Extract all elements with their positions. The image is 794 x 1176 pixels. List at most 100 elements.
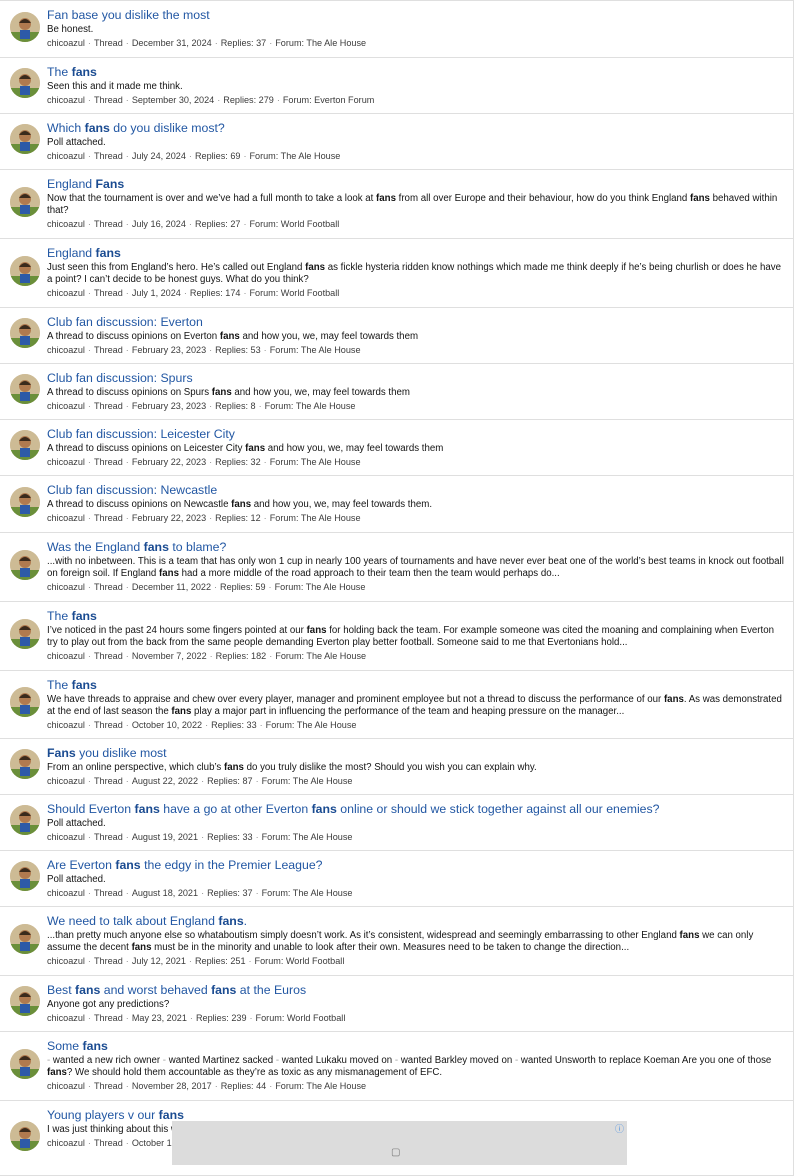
avatar[interactable] bbox=[10, 430, 40, 460]
author-link[interactable]: chicoazul bbox=[47, 582, 85, 592]
highlight-term[interactable]: fans bbox=[115, 858, 140, 872]
text-run[interactable]: Best bbox=[47, 983, 75, 997]
text-run[interactable]: . bbox=[244, 914, 247, 928]
text-run[interactable]: Should Everton bbox=[47, 802, 135, 816]
highlight-term[interactable]: fans bbox=[312, 802, 337, 816]
avatar[interactable] bbox=[10, 749, 40, 779]
forum-link[interactable]: Forum: World Football bbox=[249, 219, 339, 229]
avatar[interactable] bbox=[10, 619, 40, 649]
author-link[interactable]: chicoazul bbox=[47, 457, 85, 467]
text-run[interactable]: to blame? bbox=[169, 540, 226, 554]
author-link[interactable]: chicoazul bbox=[47, 38, 85, 48]
highlight-term[interactable]: fans bbox=[218, 914, 243, 928]
avatar[interactable] bbox=[10, 487, 40, 517]
result-title-link[interactable]: Some fans bbox=[47, 1038, 787, 1054]
author-link[interactable]: chicoazul bbox=[47, 651, 85, 661]
forum-link[interactable]: Forum: The Ale House bbox=[270, 513, 361, 523]
highlight-term[interactable]: fans bbox=[72, 609, 97, 623]
author-link[interactable]: chicoazul bbox=[47, 1081, 85, 1091]
avatar[interactable] bbox=[10, 1049, 40, 1079]
result-title-link[interactable]: Was the England fans to blame? bbox=[47, 539, 787, 555]
author-link[interactable]: chicoazul bbox=[47, 720, 85, 730]
text-run[interactable]: Fan base you dislike the most bbox=[47, 8, 210, 22]
text-run[interactable]: Young players v our bbox=[47, 1108, 159, 1122]
result-title-link[interactable]: We need to talk about England fans. bbox=[47, 913, 787, 929]
forum-link[interactable]: Forum: The Ale House bbox=[270, 345, 361, 355]
author-link[interactable]: chicoazul bbox=[47, 776, 85, 786]
highlight-term[interactable]: fans bbox=[85, 121, 110, 135]
text-run[interactable]: online or should we stick together again… bbox=[337, 802, 659, 816]
text-run[interactable]: We need to talk about England bbox=[47, 914, 218, 928]
forum-link[interactable]: Forum: World Football bbox=[255, 956, 345, 966]
avatar[interactable] bbox=[10, 861, 40, 891]
forum-link[interactable]: Forum: World Football bbox=[256, 1013, 346, 1023]
author-link[interactable]: chicoazul bbox=[47, 401, 85, 411]
result-title-link[interactable]: Are Everton fans the edgy in the Premier… bbox=[47, 857, 787, 873]
author-link[interactable]: chicoazul bbox=[47, 95, 85, 105]
text-run[interactable]: Club fan discussion: Everton bbox=[47, 315, 203, 329]
result-title-link[interactable]: England Fans bbox=[47, 176, 787, 192]
result-title-link[interactable]: Club fan discussion: Leicester City bbox=[47, 426, 787, 442]
forum-link[interactable]: Forum: The Ale House bbox=[275, 651, 366, 661]
highlight-term[interactable]: fans bbox=[211, 983, 236, 997]
author-link[interactable]: chicoazul bbox=[47, 1013, 85, 1023]
result-title-link[interactable]: Should Everton fans have a go at other E… bbox=[47, 801, 787, 817]
forum-link[interactable]: Forum: The Ale House bbox=[262, 832, 353, 842]
highlight-term[interactable]: fans bbox=[144, 540, 169, 554]
forum-link[interactable]: Forum: The Ale House bbox=[275, 1081, 366, 1091]
forum-link[interactable]: Forum: The Ale House bbox=[265, 401, 356, 411]
avatar[interactable] bbox=[10, 1121, 40, 1151]
text-run[interactable]: have a go at other Everton bbox=[160, 802, 312, 816]
advertisement-banner[interactable]: ⓘ ▢ bbox=[172, 1121, 627, 1165]
author-link[interactable]: chicoazul bbox=[47, 888, 85, 898]
forum-link[interactable]: Forum: The Ale House bbox=[249, 151, 340, 161]
forum-link[interactable]: Forum: Everton Forum bbox=[283, 95, 374, 105]
highlight-term[interactable]: fans bbox=[83, 1039, 108, 1053]
result-title-link[interactable]: England fans bbox=[47, 245, 787, 261]
highlight-term[interactable]: Fans bbox=[96, 177, 125, 191]
forum-link[interactable]: Forum: The Ale House bbox=[275, 582, 366, 592]
result-title-link[interactable]: Which fans do you dislike most? bbox=[47, 120, 787, 136]
result-title-link[interactable]: Club fan discussion: Newcastle bbox=[47, 482, 787, 498]
text-run[interactable]: Club fan discussion: Newcastle bbox=[47, 483, 217, 497]
forum-link[interactable]: Forum: The Ale House bbox=[275, 38, 366, 48]
text-run[interactable]: Which bbox=[47, 121, 85, 135]
text-run[interactable]: The bbox=[47, 65, 72, 79]
highlight-term[interactable]: fans bbox=[159, 1108, 184, 1122]
avatar[interactable] bbox=[10, 986, 40, 1016]
author-link[interactable]: chicoazul bbox=[47, 219, 85, 229]
author-link[interactable]: chicoazul bbox=[47, 151, 85, 161]
forum-link[interactable]: Forum: The Ale House bbox=[262, 776, 353, 786]
avatar[interactable] bbox=[10, 12, 40, 42]
text-run[interactable]: Club fan discussion: Leicester City bbox=[47, 427, 235, 441]
text-run[interactable]: Are Everton bbox=[47, 858, 115, 872]
author-link[interactable]: chicoazul bbox=[47, 345, 85, 355]
result-title-link[interactable]: Fans you dislike most bbox=[47, 745, 787, 761]
forum-link[interactable]: Forum: The Ale House bbox=[262, 888, 353, 898]
result-title-link[interactable]: The fans bbox=[47, 608, 787, 624]
text-run[interactable]: The bbox=[47, 678, 72, 692]
text-run[interactable]: you dislike most bbox=[76, 746, 167, 760]
avatar[interactable] bbox=[10, 124, 40, 154]
forum-link[interactable]: Forum: The Ale House bbox=[266, 720, 357, 730]
text-run[interactable]: do you dislike most? bbox=[110, 121, 224, 135]
result-title-link[interactable]: Best fans and worst behaved fans at the … bbox=[47, 982, 787, 998]
text-run[interactable]: Some bbox=[47, 1039, 83, 1053]
avatar[interactable] bbox=[10, 68, 40, 98]
highlight-term[interactable]: fans bbox=[72, 678, 97, 692]
highlight-term[interactable]: fans bbox=[75, 983, 100, 997]
avatar[interactable] bbox=[10, 924, 40, 954]
avatar[interactable] bbox=[10, 374, 40, 404]
highlight-term[interactable]: fans bbox=[96, 246, 121, 260]
highlight-term[interactable]: fans bbox=[135, 802, 160, 816]
highlight-term[interactable]: Fans bbox=[47, 746, 76, 760]
avatar[interactable] bbox=[10, 256, 40, 286]
author-link[interactable]: chicoazul bbox=[47, 1138, 85, 1148]
text-run[interactable]: at the Euros bbox=[236, 983, 306, 997]
text-run[interactable]: The bbox=[47, 609, 72, 623]
avatar[interactable] bbox=[10, 805, 40, 835]
author-link[interactable]: chicoazul bbox=[47, 832, 85, 842]
ad-info-icon[interactable]: ⓘ bbox=[615, 1122, 624, 1135]
result-title-link[interactable]: The fans bbox=[47, 677, 787, 693]
author-link[interactable]: chicoazul bbox=[47, 956, 85, 966]
